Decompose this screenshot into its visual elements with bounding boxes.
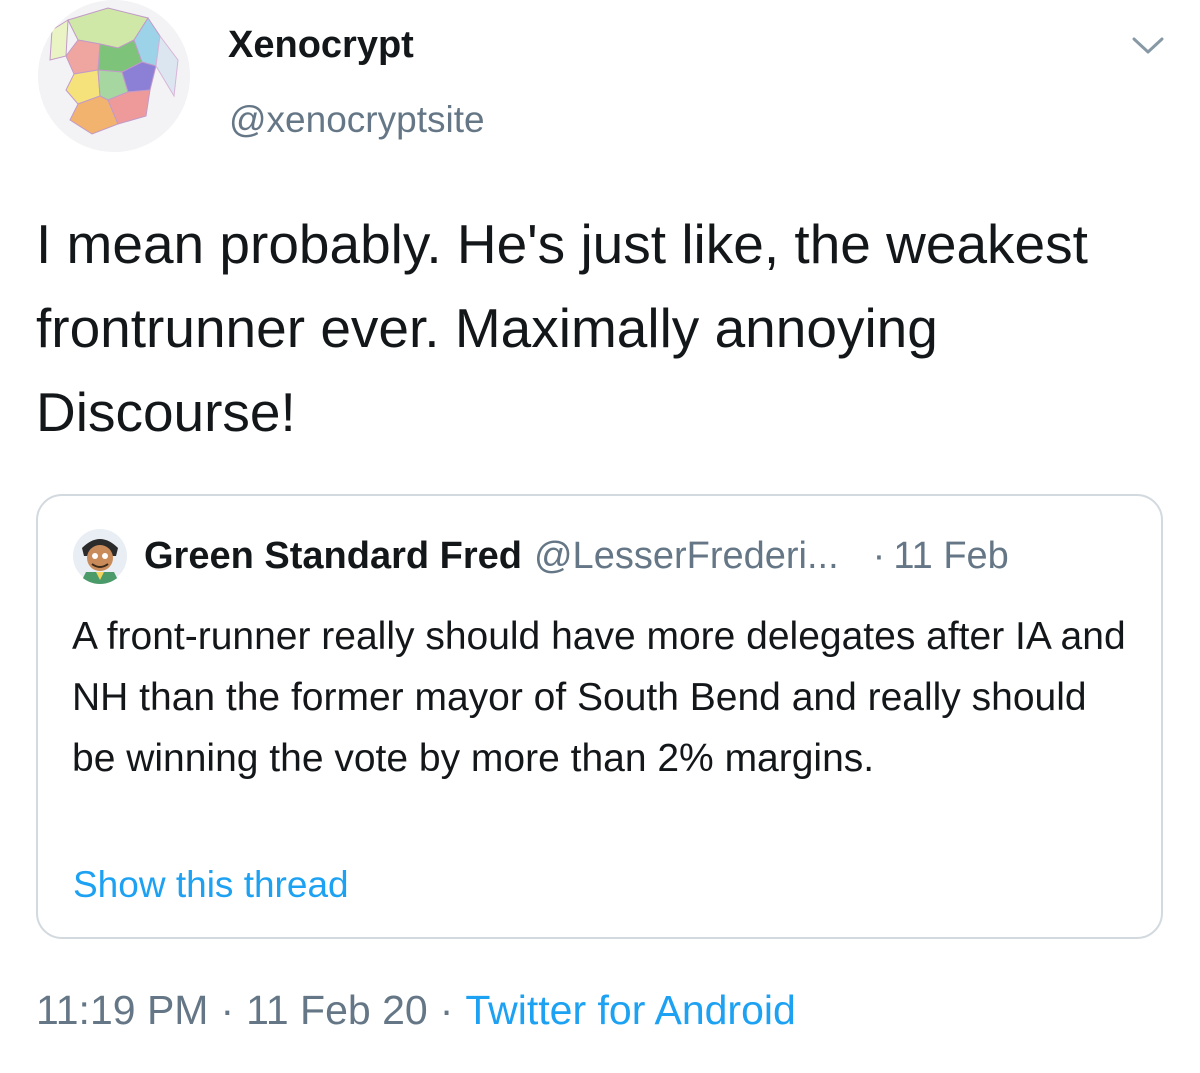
- quoted-author-handle: @LesserFrederi...: [533, 534, 839, 577]
- quoted-tweet-card[interactable]: Green Standard Fred @LesserFrederi... · …: [36, 494, 1163, 939]
- quoted-tweet-date: 11 Feb: [893, 534, 1009, 577]
- quoted-date-separator: ·: [872, 534, 886, 577]
- quoted-author-avatar[interactable]: [72, 528, 128, 584]
- quoted-author-display-name: Green Standard Fred: [144, 534, 522, 577]
- tweet-time: 11:19 PM: [36, 987, 209, 1033]
- author-avatar[interactable]: [38, 0, 190, 152]
- chevron-down-icon[interactable]: [1128, 30, 1168, 60]
- quoted-tweet-header: Green Standard Fred @LesserFrederi... · …: [72, 528, 1009, 584]
- meta-separator: ·: [439, 987, 454, 1033]
- meta-separator: ·: [220, 987, 235, 1033]
- tweet-text: I mean probably. He's just like, the wea…: [36, 213, 1088, 443]
- map-avatar-icon: [38, 0, 190, 152]
- cartoon-avatar-icon: [72, 528, 128, 584]
- author-handle[interactable]: @xenocryptsite: [229, 98, 485, 142]
- tweet-metadata: 11:19 PM · 11 Feb 20 · Twitter for Android: [36, 982, 796, 1038]
- tweet-date: 11 Feb 20: [246, 987, 428, 1033]
- tweet-source-link[interactable]: Twitter for Android: [465, 987, 795, 1033]
- quoted-tweet-text: A front-runner really should have more d…: [72, 615, 1126, 780]
- author-display-name[interactable]: Xenocrypt: [228, 22, 414, 68]
- show-thread-link[interactable]: Show this thread: [73, 860, 349, 910]
